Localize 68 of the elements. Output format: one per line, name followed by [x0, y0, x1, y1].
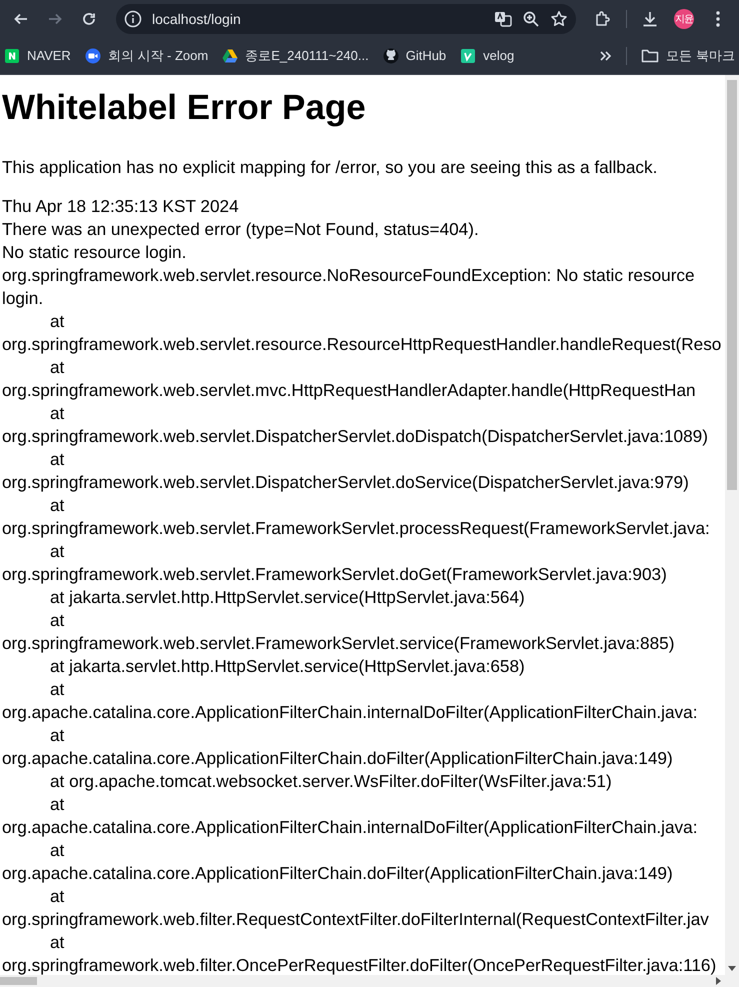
trace-call: org.springframework.web.servlet.DispatcherServlet.doDispatch(DispatcherServlet.java:1089)	[2, 425, 708, 448]
video-icon	[84, 48, 101, 64]
download-icon[interactable]	[641, 10, 659, 28]
trace-call: org.apache.catalina.core.ApplicationFilterChain.doFilter(ApplicationFilterChain.java:149)	[2, 747, 673, 770]
reload-button[interactable]	[81, 10, 97, 26]
trace-keyword: at	[50, 839, 64, 862]
trace-call: org.springframework.web.filter.RequestContextFilter.doFilterInternal(RequestContextFilter.jav	[2, 908, 709, 931]
trace-call: org.springframework.web.servlet.FrameworkServlet.service(FrameworkServlet.java:885)	[2, 632, 674, 655]
scrollbar-thumb[interactable]	[0, 977, 37, 985]
scroll-right-arrow-icon[interactable]	[716, 977, 722, 985]
trace-call: jakarta.servlet.http.HttpServlet.service(HttpServlet.java:564)	[69, 587, 525, 607]
url-text[interactable]: localhost/login	[152, 10, 484, 26]
trace-keyword: at	[50, 402, 64, 425]
address-bar[interactable]: localhost/login	[116, 4, 576, 34]
trace-keyword: at	[50, 540, 64, 563]
trace-call: org.springframework.web.servlet.FrameworkServlet.processRequest(FrameworkServlet.java:	[2, 517, 710, 540]
translate-icon[interactable]	[494, 10, 512, 28]
scrollbar-thumb[interactable]	[727, 80, 737, 490]
drive-icon	[222, 48, 238, 64]
info-icon[interactable]	[124, 10, 142, 28]
trace-call: org.springframework.web.servlet.FrameworkServlet.doGet(FrameworkServlet.java:903)	[2, 563, 667, 586]
bookmark-item[interactable]: velog	[460, 48, 514, 64]
trace-call: org.apache.catalina.core.ApplicationFilterChain.doFilter(ApplicationFilterChain.java:149)	[2, 862, 673, 885]
trace-keyword: at	[50, 885, 64, 908]
trace-keyword: at	[50, 771, 64, 791]
trace-call: org.apache.catalina.core.ApplicationFilterChain.internalDoFilter(ApplicationFilterChain.java:	[2, 816, 698, 839]
velog-icon	[460, 48, 476, 64]
trace-call: org.apache.tomcat.websocket.server.WsFilter.doFilter(WsFilter.java:51)	[69, 771, 612, 791]
cat-icon	[382, 48, 399, 64]
trace-keyword: at	[50, 678, 64, 701]
trace-keyword: at	[50, 494, 64, 517]
error-detail: No static resource login.	[2, 241, 188, 264]
bookmark-star-icon[interactable]	[550, 10, 568, 28]
page-title: Whitelabel Error Page	[2, 89, 367, 126]
folder-icon	[640, 48, 659, 64]
bookmark-item[interactable]: 회의 시작 - Zoom	[84, 46, 208, 64]
extensions-icon[interactable]	[594, 10, 612, 28]
naver-icon	[4, 48, 20, 64]
trace-call: jakarta.servlet.http.HttpServlet.service(HttpServlet.java:658)	[69, 656, 525, 676]
trace-keyword: at	[50, 448, 64, 471]
error-status: There was an unexpected error (type=Not Found, status=404).	[2, 218, 480, 241]
exception-text: org.springframework.web.servlet.resource.NoResourceFoundException: No static resource login.	[2, 264, 696, 310]
error-message: This application has no explicit mapping for /error, so you are seeing this as a fallback.	[2, 156, 658, 179]
trace-call: org.springframework.web.filter.OncePerRequestFilter.doFilter(OncePerRequestFilter.java:116)	[2, 954, 716, 975]
trace-keyword: at	[50, 724, 64, 747]
menu-icon[interactable]	[715, 10, 721, 28]
trace-keyword: at	[50, 609, 64, 632]
bookmark-item[interactable]: NAVER	[4, 48, 71, 64]
trace-call: org.springframework.web.servlet.mvc.HttpRequestHandlerAdapter.handle(HttpRequestHan	[2, 379, 696, 402]
trace-keyword: at	[50, 310, 64, 333]
zoom-icon[interactable]	[522, 10, 540, 28]
trace-keyword: at	[50, 931, 64, 954]
timestamp: Thu Apr 18 12:35:13 KST 2024	[2, 195, 240, 218]
bookmark-item[interactable]: 종로E_240111~240...	[222, 46, 369, 64]
all-bookmarks-button[interactable]: 모든 북마크	[640, 46, 735, 64]
bookmark-item[interactable]: GitHub	[382, 48, 446, 64]
trace-call: org.apache.catalina.core.ApplicationFilterChain.internalDoFilter(ApplicationFilterChain.java:	[2, 701, 698, 724]
trace-keyword: at	[50, 587, 64, 607]
scroll-down-arrow-icon[interactable]	[728, 966, 736, 972]
vertical-scrollbar[interactable]	[725, 75, 739, 975]
trace-keyword: at	[50, 356, 64, 379]
chevron-double-icon[interactable]	[598, 48, 612, 62]
profile-avatar[interactable]: 지윤	[674, 8, 694, 28]
trace-call: org.springframework.web.servlet.resource.ResourceHttpRequestHandler.handleRequest(Reso	[2, 333, 722, 356]
trace-call: org.springframework.web.servlet.DispatcherServlet.doService(DispatcherServlet.java:979)	[2, 471, 689, 494]
trace-keyword: at	[50, 656, 64, 676]
horizontal-scrollbar[interactable]	[0, 975, 725, 987]
trace-keyword: at	[50, 793, 64, 816]
